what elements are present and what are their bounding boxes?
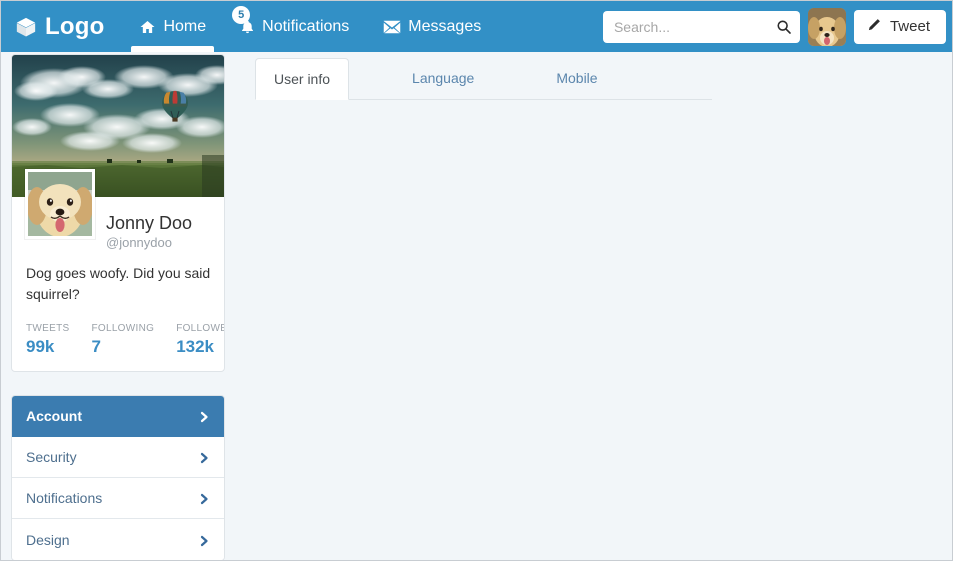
cube-icon <box>15 16 37 38</box>
sidebar-item-design[interactable]: Design <box>12 519 224 560</box>
nav-item-home[interactable]: Home <box>122 1 223 52</box>
left-column: Jonny Doo @jonnydoo Dog goes woofy. Did … <box>11 54 225 560</box>
chevron-right-icon <box>198 534 210 546</box>
chevron-right-icon <box>198 492 210 505</box>
top-navbar: Logo Home 5 Notifications Messages Searc… <box>1 1 952 52</box>
home-icon <box>139 19 156 35</box>
stat-tweets-value: 99k <box>26 337 55 356</box>
profile-bio: Dog goes woofy. Did you said squirrel? <box>26 265 211 302</box>
tab-language[interactable]: Language <box>393 57 493 99</box>
tab-language-label: Language <box>412 70 475 86</box>
search-input[interactable] <box>602 11 800 42</box>
nav-item-home-label: Home <box>163 17 207 35</box>
avatar[interactable] <box>807 7 846 46</box>
pencil-icon <box>867 17 882 36</box>
sidebar-item-security-label: Security <box>26 449 77 465</box>
nav-item-messages-label: Messages <box>408 17 482 35</box>
envelope-icon <box>383 20 401 34</box>
profile-name: Jonny Doo <box>106 213 193 233</box>
app-window: Logo Home 5 Notifications Messages Searc… <box>0 0 953 561</box>
profile-identity: Jonny Doo @jonnydoo <box>106 197 212 261</box>
search-box[interactable] <box>602 10 800 43</box>
sidebar-item-account-label: Account <box>26 408 82 424</box>
stat-following-label: FOLLOWING <box>91 323 155 334</box>
settings-menu: Account Security Notifications Design <box>11 395 225 560</box>
stat-followers-value: 132k <box>176 337 215 356</box>
profile-stats: TWEETS 99k FOLLOWING 7 FOLLOWERS 132k <box>26 323 224 357</box>
brand-label: Logo <box>45 12 105 40</box>
profile-card: Jonny Doo @jonnydoo Dog goes woofy. Did … <box>11 54 225 372</box>
stat-followers[interactable]: FOLLOWERS 132k <box>176 323 224 357</box>
tweet-button[interactable]: Tweet <box>853 9 946 44</box>
settings-tabs: User info Language Mobile <box>255 58 712 100</box>
navbar-right-group: Tweet <box>602 7 952 46</box>
sidebar-item-design-label: Design <box>26 531 70 548</box>
stat-tweets[interactable]: TWEETS 99k <box>26 323 69 357</box>
stat-following[interactable]: FOLLOWING 7 <box>91 323 154 357</box>
profile-avatar[interactable] <box>25 169 95 239</box>
stat-tweets-label: TWEETS <box>26 323 70 334</box>
chevron-right-icon <box>198 451 210 464</box>
tab-mobile-label: Mobile <box>556 70 598 86</box>
tab-mobile[interactable]: Mobile <box>537 57 616 99</box>
profile-handle: @jonnydoo <box>106 235 172 250</box>
nav-item-messages[interactable]: Messages <box>366 1 498 52</box>
tab-panel-user-info <box>255 100 712 300</box>
nav-item-notifications[interactable]: 5 Notifications <box>223 1 366 52</box>
tab-user-info[interactable]: User info <box>255 58 350 100</box>
chevron-right-icon <box>198 410 210 423</box>
tweet-button-label: Tweet <box>889 18 930 35</box>
sidebar-item-security[interactable]: Security <box>12 437 224 478</box>
bell-icon: 5 <box>232 6 255 35</box>
stat-followers-label: FOLLOWERS <box>176 323 224 334</box>
tab-user-info-label: User info <box>274 71 331 87</box>
sidebar-item-notifications[interactable]: Notifications <box>12 478 224 519</box>
sidebar-item-notifications-label: Notifications <box>26 490 103 506</box>
stat-following-value: 7 <box>91 337 101 356</box>
sidebar-item-account[interactable]: Account <box>12 396 224 437</box>
search-icon[interactable] <box>776 19 792 35</box>
nav-item-notifications-label: Notifications <box>262 17 350 35</box>
brand-logo[interactable]: Logo <box>1 1 122 52</box>
